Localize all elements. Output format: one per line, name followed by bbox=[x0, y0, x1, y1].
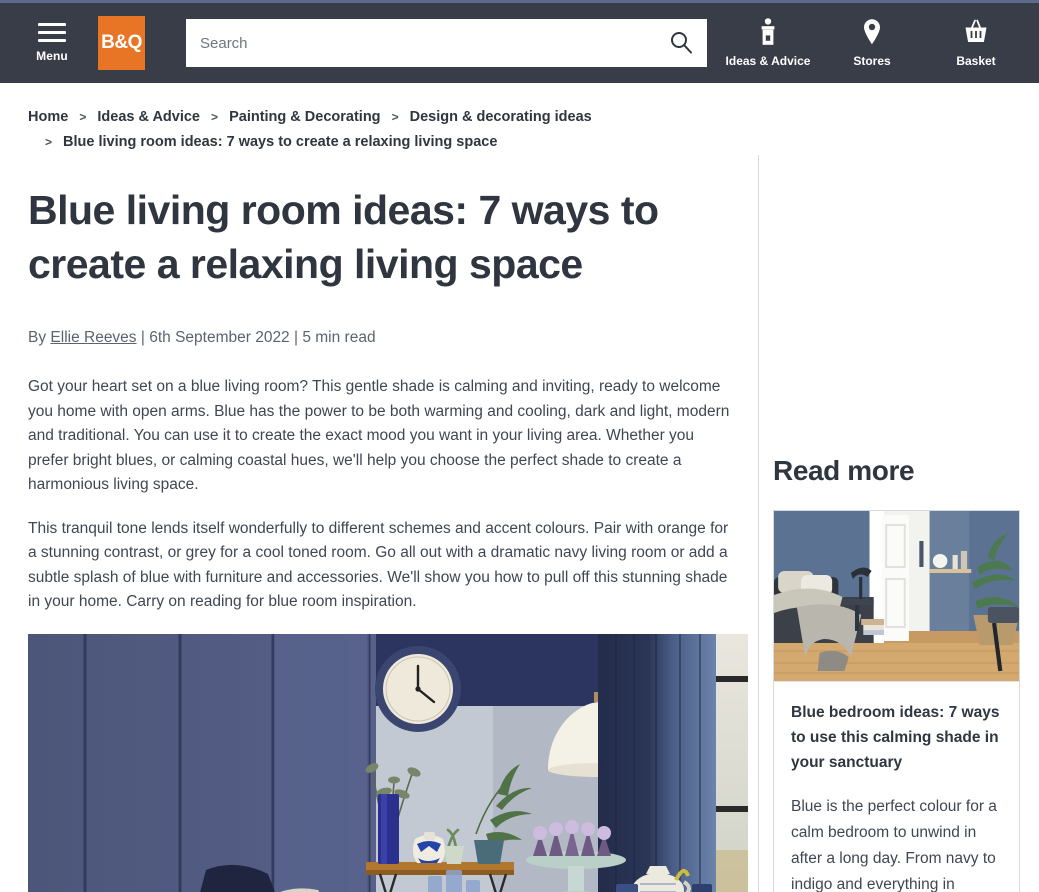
byline-author-link[interactable]: Ellie Reeves bbox=[50, 329, 136, 346]
basket-icon bbox=[962, 18, 990, 46]
location-pin-icon bbox=[861, 18, 883, 46]
header-action-ideas-advice[interactable]: Ideas & Advice bbox=[726, 18, 810, 68]
breadcrumb-item-ideas-advice[interactable]: Ideas & Advice bbox=[97, 109, 200, 125]
breadcrumb-item-design-decorating-ideas[interactable]: Design & decorating ideas bbox=[410, 109, 592, 125]
search-input[interactable] bbox=[186, 20, 655, 66]
breadcrumb-item-current: Blue living room ideas: 7 ways to create… bbox=[63, 134, 498, 150]
search-submit-button[interactable] bbox=[655, 20, 707, 66]
search-bar bbox=[186, 19, 707, 67]
article-column: Blue living room ideas: 7 ways to create… bbox=[0, 155, 758, 892]
breadcrumb: Home > Ideas & Advice > Painting & Decor… bbox=[0, 83, 760, 155]
header-action-basket[interactable]: Basket bbox=[937, 18, 1015, 68]
article-paragraph: Got your heart set on a blue living room… bbox=[28, 378, 730, 493]
breadcrumb-separator: > bbox=[211, 110, 219, 124]
breadcrumb-separator: > bbox=[45, 135, 53, 149]
breadcrumb-item-painting-decorating[interactable]: Painting & Decorating bbox=[229, 109, 380, 125]
breadcrumb-item-home[interactable]: Home bbox=[28, 109, 68, 125]
header-actions: Ideas & Advice Stores Basket bbox=[726, 18, 1015, 68]
header-action-label: Basket bbox=[956, 54, 996, 68]
article-hero-image[interactable] bbox=[28, 633, 748, 892]
header-action-label: Stores bbox=[853, 54, 891, 68]
menu-button[interactable]: Menu bbox=[26, 23, 78, 63]
page-title: Blue living room ideas: 7 ways to create… bbox=[28, 187, 659, 287]
article-byline: By Ellie Reeves | 6th September 2022 | 5… bbox=[28, 329, 730, 347]
hamburger-icon bbox=[38, 23, 66, 42]
bq-logo[interactable]: B&Q bbox=[98, 16, 145, 70]
search-icon bbox=[668, 29, 694, 58]
breadcrumb-line-2: > Blue living room ideas: 7 ways to crea… bbox=[28, 130, 732, 155]
content-columns: Blue living room ideas: 7 ways to create… bbox=[0, 155, 1039, 892]
byline-prefix: By bbox=[28, 329, 47, 346]
page-content: Home > Ideas & Advice > Painting & Decor… bbox=[0, 83, 1039, 892]
byline-separator: | bbox=[140, 329, 145, 346]
read-more-card[interactable]: Blue bedroom ideas: 7 ways to use this c… bbox=[773, 510, 1020, 892]
menu-button-label: Menu bbox=[36, 49, 68, 63]
byline-date: 6th September 2022 bbox=[149, 329, 290, 346]
sidebar-title: Read more bbox=[773, 455, 915, 486]
read-more-sidebar: Read more Blue bedroom ideas: 7 ways to … bbox=[758, 155, 1039, 892]
ideas-advice-person-icon bbox=[756, 18, 780, 46]
read-more-card-text: Blue is the perfect colour for a calm be… bbox=[791, 798, 997, 892]
header-action-label: Ideas & Advice bbox=[725, 54, 811, 68]
read-more-card-heading: Blue bedroom ideas: 7 ways to use this c… bbox=[791, 704, 1000, 771]
byline-separator: | bbox=[294, 329, 299, 346]
breadcrumb-separator: > bbox=[79, 110, 87, 124]
breadcrumb-separator: > bbox=[391, 110, 399, 124]
read-more-card-body: Blue bedroom ideas: 7 ways to use this c… bbox=[774, 682, 1019, 892]
read-more-card-image bbox=[774, 511, 1019, 682]
header-action-stores[interactable]: Stores bbox=[833, 18, 911, 68]
article-body: Got your heart set on a blue living room… bbox=[28, 375, 730, 615]
bq-logo-text: B&Q bbox=[101, 32, 142, 53]
article-paragraph: This tranquil tone lends itself wonderfu… bbox=[28, 519, 729, 611]
site-header: Menu B&Q Ideas & A bbox=[0, 3, 1039, 83]
byline-read-time: 5 min read bbox=[302, 329, 376, 346]
